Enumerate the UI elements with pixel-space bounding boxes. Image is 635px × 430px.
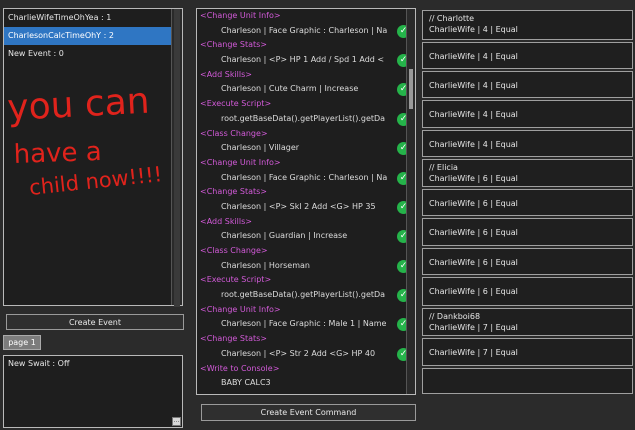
command-list-scrollbar[interactable] <box>406 9 415 394</box>
condition-text: CharlieWife | 6 | Equal <box>429 199 518 208</box>
condition-text: CharlieWife | 6 | Equal <box>429 228 518 237</box>
condition-text: CharlieWife | 4 | Equal <box>429 52 518 61</box>
command-text: Charleson | Guardian | Increase <box>221 231 348 241</box>
command-text: Charleson | <P> Str 2 Add <G> HP 40 <box>221 348 376 358</box>
command-header[interactable]: <Add Skills> <box>197 215 415 230</box>
condition-box[interactable] <box>422 368 633 394</box>
command-detail[interactable]: Charleson | Face Graphic : Charleson | N… <box>197 24 415 39</box>
command-text: <Add Skills> <box>200 216 252 226</box>
event-item[interactable]: New Event : 0 <box>4 45 182 63</box>
command-detail[interactable]: root.getBaseData().getPlayerList().getDa… <box>197 288 415 303</box>
command-detail[interactable]: BABY CALC3 <box>197 376 415 391</box>
command-header[interactable]: <Change Stats> <box>197 185 415 200</box>
command-header[interactable]: <Change Unit Info> <box>197 9 415 24</box>
command-text: <Change Stats> <box>200 40 267 50</box>
command-header[interactable]: <Change Stats> <box>197 38 415 53</box>
command-text: <Change Unit Info> <box>200 11 281 20</box>
command-text: Charleson | Horseman <box>221 260 310 270</box>
command-items: <Change Unit Info> Charleson | Face Graph… <box>197 9 415 391</box>
command-text: <Execute Script> <box>200 275 272 285</box>
command-header[interactable]: <Change Stats> <box>197 332 415 347</box>
condition-text: CharlieWife | 6 | Equal <box>429 174 518 183</box>
event-list-scrollbar[interactable] <box>171 9 182 307</box>
command-text: <Add Skills> <box>200 69 252 79</box>
condition-box[interactable]: CharlieWife | 6 | Equal <box>422 277 633 306</box>
condition-box[interactable]: CharlieWife | 7 | Equal <box>422 338 633 366</box>
command-header[interactable]: <Execute Script> <box>197 273 415 288</box>
event-item[interactable]: CharlesonCalcTimeOhY : 2 <box>4 27 182 45</box>
command-header[interactable]: <Add Skills> <box>197 68 415 83</box>
condition-box[interactable]: // Charlotte CharlieWife | 4 | Equal <box>422 10 633 40</box>
command-header[interactable]: <Change Unit Info> <box>197 156 415 171</box>
condition-box[interactable]: CharlieWife | 4 | Equal <box>422 71 633 98</box>
condition-text: CharlieWife | 6 | Equal <box>429 287 518 296</box>
command-detail[interactable]: Charleson | <P> HP 1 Add / Spd 1 Add < ✓ <box>197 53 415 68</box>
command-detail[interactable]: root.getBaseData().getPlayerList().getDa… <box>197 112 415 127</box>
command-text: Charleson | Villager <box>221 143 300 153</box>
command-text: <Change Unit Info> <box>200 157 281 167</box>
condition-text: CharlieWife | 7 | Equal <box>429 323 518 332</box>
command-text: root.getBaseData().getPlayerList().getDa <box>221 113 386 123</box>
event-items: CharlieWifeTimeOhYea : 1 CharlesonCalcTim… <box>4 9 182 63</box>
condition-box[interactable]: CharlieWife | 4 | Equal <box>422 100 633 128</box>
command-header[interactable]: <Execute Script> <box>197 97 415 112</box>
condition-group-label: // Elicia <box>429 163 458 172</box>
condition-box[interactable]: // Elicia CharlieWife | 6 | Equal <box>422 159 633 187</box>
condition-text: CharlieWife | 4 | Equal <box>429 25 518 34</box>
command-header[interactable]: <Write to Console> <box>197 362 415 377</box>
command-text: Charleson | Face Graphic : Male 1 | Name <box>221 319 387 329</box>
event-item[interactable]: CharlieWifeTimeOhYea : 1 <box>4 9 182 27</box>
switch-box[interactable]: New Swait : Off ... <box>3 355 183 428</box>
command-text: Charleson | Cute Charm | Increase <box>221 84 359 94</box>
command-text: <Class Change> <box>200 246 268 255</box>
command-list[interactable]: <Change Unit Info> Charleson | Face Graph… <box>196 8 416 395</box>
condition-box[interactable]: CharlieWife | 6 | Equal <box>422 189 633 216</box>
create-event-command-button[interactable]: Create Event Command <box>201 404 416 421</box>
command-text: BABY CALC3 <box>221 378 271 388</box>
condition-text: CharlieWife | 7 | Equal <box>429 348 518 357</box>
condition-text: CharlieWife | 6 | Equal <box>429 258 518 267</box>
command-detail[interactable]: Charleson | Face Graphic : Charleson | N… <box>197 171 415 186</box>
event-list[interactable]: CharlieWifeTimeOhYea : 1 CharlesonCalcTim… <box>3 8 183 307</box>
condition-text: CharlieWife | 4 | Equal <box>429 81 518 90</box>
command-text: root.getBaseData().getPlayerList().getDa <box>221 290 386 300</box>
command-text: Charleson | Face Graphic : Charleson | N… <box>221 25 388 35</box>
command-detail[interactable]: Charleson | Face Graphic : Male 1 | Name… <box>197 317 415 332</box>
condition-box[interactable]: // Dankboi68 CharlieWife | 7 | Equal <box>422 308 633 336</box>
command-scrollbar-thumb[interactable] <box>409 69 413 109</box>
event-scrollbar-track <box>174 9 180 307</box>
condition-box[interactable]: CharlieWife | 6 | Equal <box>422 248 633 275</box>
command-text: <Change Unit Info> <box>200 304 281 314</box>
command-detail[interactable]: Charleson | Horseman ✓ <box>197 259 415 274</box>
command-text: Charleson | <P> HP 1 Add / Spd 1 Add < <box>221 55 385 65</box>
page-tab[interactable]: page 1 <box>3 335 41 350</box>
create-event-button[interactable]: Create Event <box>6 314 184 330</box>
condition-group-label: // Charlotte <box>429 14 475 23</box>
command-detail[interactable]: Charleson | <P> Skl 2 Add <G> HP 35 ✓ <box>197 200 415 215</box>
command-text: Charleson | <P> Skl 2 Add <G> HP 35 <box>221 201 376 211</box>
command-text: <Execute Script> <box>200 99 272 109</box>
command-header[interactable]: <Change Unit Info> <box>197 303 415 318</box>
switch-text: New Swait : Off <box>8 359 70 368</box>
condition-text: CharlieWife | 4 | Equal <box>429 110 518 119</box>
condition-box[interactable]: CharlieWife | 4 | Equal <box>422 42 633 69</box>
command-header[interactable]: <Class Change> <box>197 244 415 259</box>
command-detail[interactable]: Charleson | Guardian | Increase ✓ <box>197 229 415 244</box>
condition-box[interactable]: CharlieWife | 4 | Equal <box>422 130 633 157</box>
condition-group-label: // Dankboi68 <box>429 312 481 321</box>
resize-grip-icon[interactable]: ... <box>172 417 181 426</box>
command-text: Charleson | Face Graphic : Charleson | N… <box>221 172 388 182</box>
command-text: <Class Change> <box>200 128 268 138</box>
command-header[interactable]: <Class Change> <box>197 127 415 142</box>
command-detail[interactable]: Charleson | Villager ✓ <box>197 141 415 156</box>
condition-text: CharlieWife | 4 | Equal <box>429 140 518 149</box>
command-detail[interactable]: Charleson | <P> Str 2 Add <G> HP 40 ✓ <box>197 347 415 362</box>
command-text: <Change Stats> <box>200 334 267 344</box>
command-detail[interactable]: Charleson | Cute Charm | Increase ✓ <box>197 82 415 97</box>
command-text: <Change Stats> <box>200 187 267 197</box>
command-text: <Write to Console> <box>200 363 280 373</box>
condition-box[interactable]: CharlieWife | 6 | Equal <box>422 218 633 246</box>
